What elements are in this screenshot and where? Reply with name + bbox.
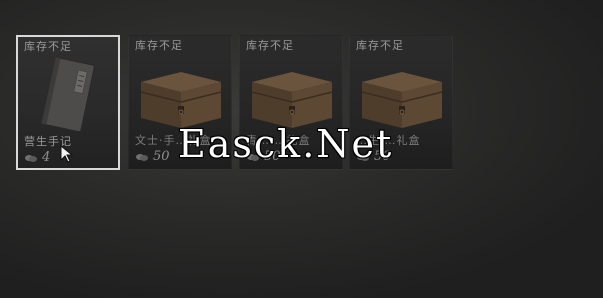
item-shelf: 库存不足 营生手记 4 库存不足 文士·手…礼盒 50 库存不足 青…·…礼盒 …: [0, 0, 603, 298]
coin-icon: [136, 153, 148, 161]
stock-status-label: 库存不足: [356, 39, 404, 52]
item-price-value: 50: [153, 149, 170, 164]
notebook-icon: [41, 57, 95, 133]
mouse-cursor-icon: [60, 145, 74, 163]
watermark-text: Easck.Net: [178, 122, 394, 166]
stock-status-label: 库存不足: [135, 39, 183, 52]
coin-icon: [25, 154, 37, 162]
stock-status-label: 库存不足: [246, 39, 294, 52]
item-price: 50: [135, 149, 170, 164]
item-price-value: 4: [42, 150, 51, 165]
item-price: 4: [24, 150, 50, 165]
stock-status-label: 库存不足: [24, 40, 72, 53]
